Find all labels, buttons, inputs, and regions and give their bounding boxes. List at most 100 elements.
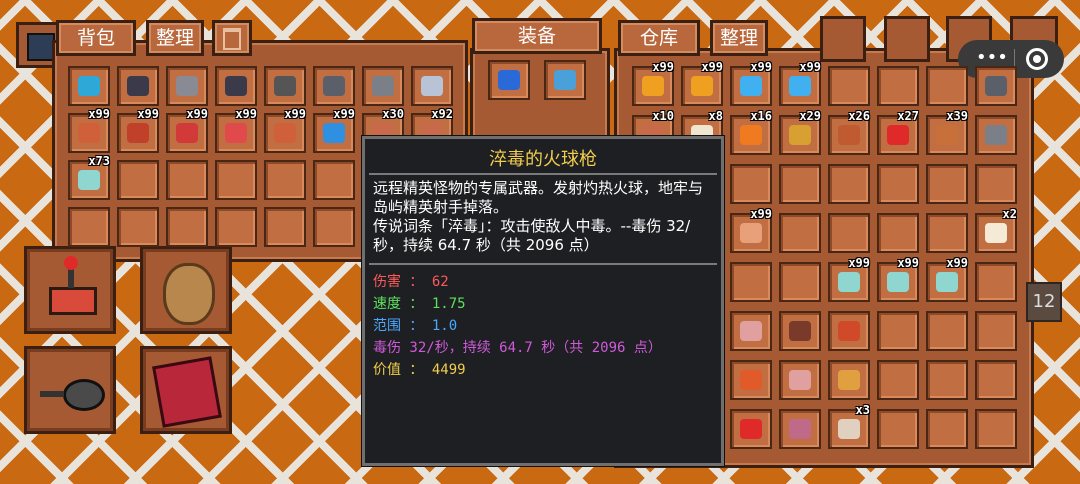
armor-icon xyxy=(554,70,576,90)
inventory-slot[interactable] xyxy=(730,262,772,302)
inventory-slot[interactable] xyxy=(215,207,257,247)
inventory-slot[interactable]: x99 xyxy=(68,107,110,153)
inventory-slot[interactable] xyxy=(877,164,919,204)
inventory-slot[interactable] xyxy=(779,409,821,449)
inventory-slot[interactable] xyxy=(411,66,453,106)
inventory-slot[interactable] xyxy=(828,164,870,204)
inventory-slot[interactable]: x99 xyxy=(313,107,355,153)
inventory-slot[interactable] xyxy=(926,164,968,204)
sort-backpack-button[interactable]: 整理 xyxy=(146,20,204,56)
inventory-slot[interactable] xyxy=(779,262,821,302)
inventory-slot[interactable] xyxy=(313,207,355,247)
inventory-slot[interactable] xyxy=(779,213,821,253)
inventory-slot[interactable] xyxy=(975,164,1017,204)
inventory-slot[interactable]: x99 xyxy=(926,256,968,302)
inventory-slot[interactable] xyxy=(975,409,1017,449)
inventory-slot[interactable]: x99 xyxy=(117,107,159,153)
inventory-slot[interactable] xyxy=(166,207,208,247)
item-count: x99 xyxy=(137,107,159,121)
inventory-slot[interactable]: x99 xyxy=(632,60,674,106)
inventory-slot[interactable]: x16 xyxy=(730,109,772,155)
inventory-slot[interactable]: x27 xyxy=(877,109,919,155)
inventory-slot[interactable] xyxy=(730,409,772,449)
joystick-slot[interactable] xyxy=(24,246,116,334)
inventory-slot[interactable] xyxy=(975,360,1017,400)
gift-icon[interactable] xyxy=(820,16,866,62)
pot-icon[interactable] xyxy=(884,16,930,62)
inventory-slot[interactable] xyxy=(926,213,968,253)
sort-warehouse-button[interactable]: 整理 xyxy=(710,20,768,56)
inventory-slot[interactable] xyxy=(975,66,1017,106)
inventory-slot[interactable]: x99 xyxy=(166,107,208,153)
inventory-slot[interactable] xyxy=(828,213,870,253)
inventory-slot[interactable] xyxy=(264,160,306,200)
inventory-slot[interactable]: x99 xyxy=(681,60,723,106)
inventory-slot[interactable]: x73 xyxy=(68,154,110,200)
inventory-slot[interactable] xyxy=(877,213,919,253)
inventory-slot[interactable] xyxy=(166,66,208,106)
inventory-slot[interactable] xyxy=(730,164,772,204)
tab-warehouse[interactable]: 仓库 xyxy=(618,20,700,56)
inventory-slot[interactable] xyxy=(926,66,968,106)
inventory-slot[interactable]: x99 xyxy=(730,207,772,253)
inventory-slot[interactable] xyxy=(68,66,110,106)
inventory-slot[interactable]: x26 xyxy=(828,109,870,155)
inventory-slot[interactable] xyxy=(544,60,586,100)
inventory-slot[interactable]: x99 xyxy=(730,60,772,106)
inventory-slot[interactable] xyxy=(877,66,919,106)
inventory-slot[interactable] xyxy=(877,311,919,351)
inventory-slot[interactable] xyxy=(730,311,772,351)
inventory-slot[interactable] xyxy=(313,66,355,106)
inventory-slot[interactable] xyxy=(828,360,870,400)
inventory-slot[interactable] xyxy=(926,360,968,400)
inventory-slot[interactable] xyxy=(975,115,1017,155)
frying-pan-slot[interactable] xyxy=(24,346,116,434)
tooltip-stat-speed: 速度 ： 1.75 xyxy=(373,296,466,312)
inventory-slot[interactable] xyxy=(926,409,968,449)
inventory-slot[interactable]: x99 xyxy=(215,107,257,153)
crystal-orb-icon xyxy=(78,170,100,190)
tab-equipment[interactable]: 装备 xyxy=(472,18,602,54)
inventory-slot[interactable] xyxy=(215,66,257,106)
inventory-slot[interactable] xyxy=(264,207,306,247)
item-count: x99 xyxy=(750,207,772,221)
inventory-slot[interactable] xyxy=(313,160,355,200)
inventory-slot[interactable] xyxy=(926,311,968,351)
trash-icon xyxy=(223,28,241,50)
inventory-slot[interactable] xyxy=(877,409,919,449)
potato-slot[interactable] xyxy=(140,246,232,334)
inventory-slot[interactable] xyxy=(264,66,306,106)
inventory-slot[interactable] xyxy=(877,360,919,400)
trash-button[interactable] xyxy=(212,20,252,56)
inventory-slot[interactable]: x99 xyxy=(779,60,821,106)
inventory-slot[interactable] xyxy=(488,60,530,100)
inventory-slot[interactable]: x3 xyxy=(828,403,870,449)
inventory-slot[interactable] xyxy=(779,164,821,204)
inventory-slot[interactable]: x29 xyxy=(779,109,821,155)
inventory-slot[interactable] xyxy=(117,160,159,200)
crystal-orb-icon xyxy=(936,272,958,292)
inventory-slot[interactable] xyxy=(215,160,257,200)
inventory-slot[interactable] xyxy=(362,66,404,106)
inventory-slot[interactable] xyxy=(975,262,1017,302)
close-target-icon[interactable] xyxy=(1026,48,1048,70)
inventory-slot[interactable] xyxy=(68,207,110,247)
inventory-slot[interactable]: x99 xyxy=(877,256,919,302)
inventory-slot[interactable] xyxy=(828,66,870,106)
fish-icon xyxy=(740,370,762,390)
inventory-slot[interactable] xyxy=(730,360,772,400)
inventory-slot[interactable]: x2 xyxy=(975,207,1017,253)
more-menu-icon[interactable]: ••• xyxy=(976,47,1008,68)
inventory-slot[interactable]: x99 xyxy=(264,107,306,153)
inventory-slot[interactable] xyxy=(975,311,1017,351)
book-slot[interactable] xyxy=(140,346,232,434)
inventory-slot[interactable]: x99 xyxy=(828,256,870,302)
inventory-slot[interactable]: x39 xyxy=(926,109,968,155)
inventory-slot[interactable] xyxy=(166,160,208,200)
inventory-slot[interactable] xyxy=(779,311,821,351)
inventory-slot[interactable] xyxy=(117,207,159,247)
inventory-slot[interactable] xyxy=(117,66,159,106)
inventory-slot[interactable] xyxy=(779,360,821,400)
tab-backpack[interactable]: 背包 xyxy=(56,20,136,56)
inventory-slot[interactable] xyxy=(828,311,870,351)
